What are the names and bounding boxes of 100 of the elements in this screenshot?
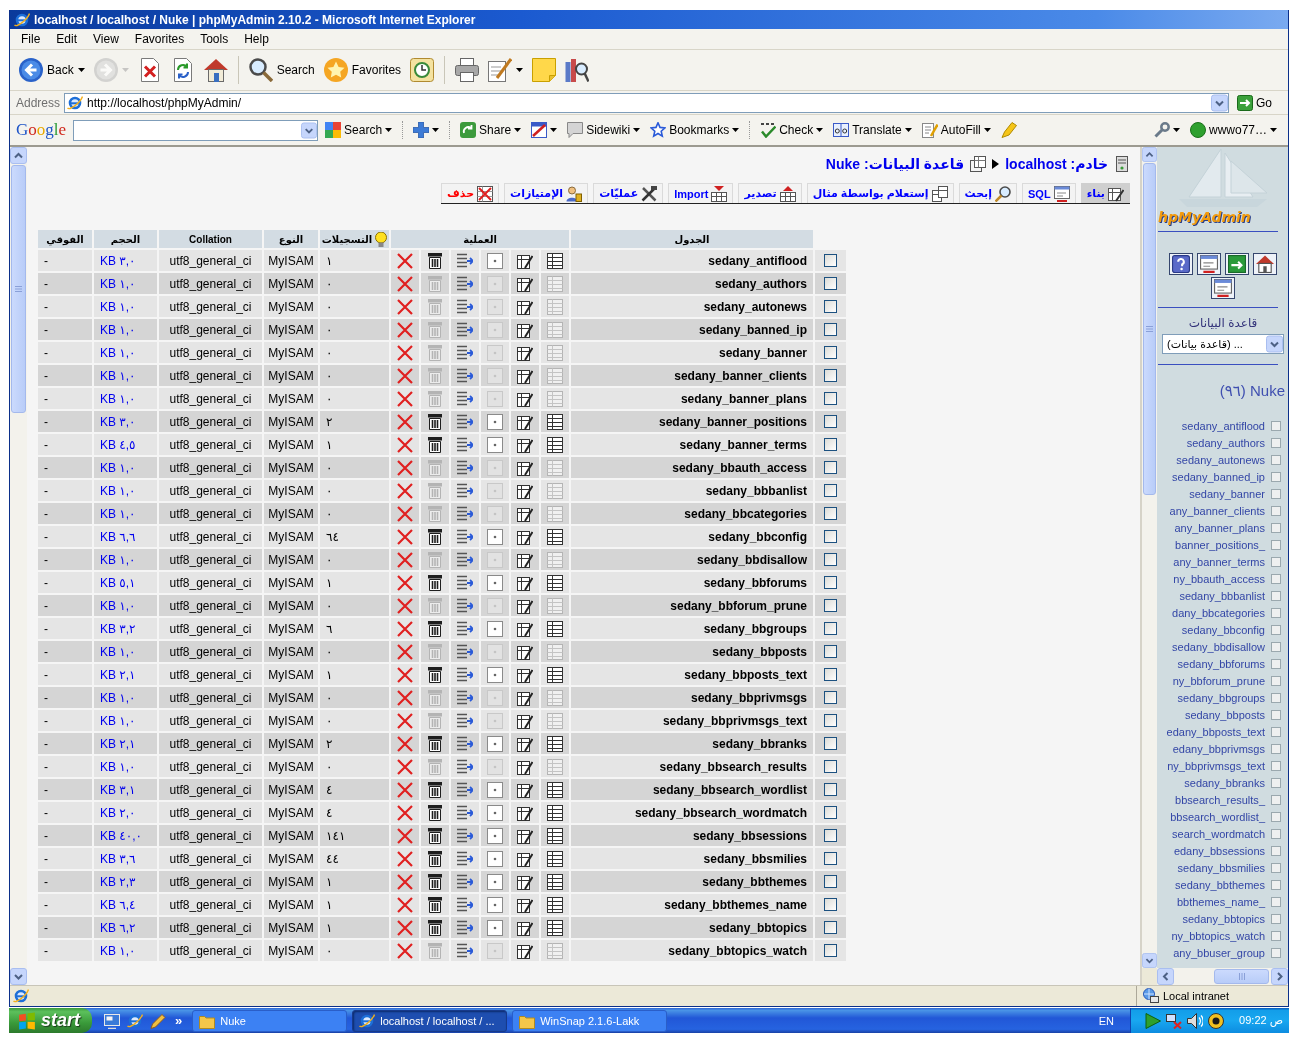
cross-icon[interactable] [397,436,413,453]
dot-square-icon[interactable] [487,781,503,798]
search-button[interactable]: Search [322,119,396,141]
table-pencil-icon[interactable] [517,275,533,292]
menu-item[interactable]: View [85,32,127,46]
table-link[interactable]: any_banner_terms [1173,555,1265,568]
size-link[interactable]: KB ١,٠ [100,644,136,659]
checkbox[interactable] [824,760,837,773]
trash-icon[interactable] [427,919,443,936]
table-grid-icon[interactable] [547,781,563,798]
size-link[interactable]: KB ٣,٢ [100,621,136,636]
size-link[interactable]: KB ٣,٠ [100,253,136,268]
size-link[interactable]: KB ١,٠ [100,322,136,337]
table-link[interactable]: sedany_bbsmilies [1177,861,1265,874]
help-button[interactable] [1169,253,1193,275]
chevron-down-icon[interactable] [1211,93,1228,112]
table-pencil-icon[interactable] [517,712,533,729]
table-link[interactable]: sedany_autonews [1176,453,1265,466]
insert-rows-icon[interactable] [457,689,473,706]
scroll-thumb[interactable] [1214,969,1269,984]
size-link[interactable]: KB ٢,٣ [100,874,136,889]
tab[interactable]: إستعلام بواسطة مثال [806,183,954,203]
account-button[interactable]: wwwo77… [1186,119,1280,141]
checkbox[interactable] [824,944,837,957]
tab[interactable]: Import [668,183,734,203]
table-pencil-icon[interactable] [517,597,533,614]
cross-icon[interactable] [397,712,413,729]
desktop-button[interactable] [104,1012,120,1029]
table-pencil-icon[interactable] [517,896,533,913]
table-link[interactable]: sedany_bbbanlist [1179,589,1265,602]
server-link[interactable]: خادم: localhost [1005,155,1108,172]
insert-rows-icon[interactable] [457,758,473,775]
checkbox[interactable] [824,829,837,842]
insert-rows-icon[interactable] [457,252,473,269]
chevron-up-icon[interactable] [1142,147,1157,162]
cross-icon[interactable] [397,344,413,361]
table-pencil-icon[interactable] [517,505,533,522]
size-link[interactable]: KB ٤٠,٠ [100,828,142,843]
table-link[interactable]: edany_bbprivmsgs [1172,742,1265,755]
table-link[interactable]: ny_bbauth_access [1173,572,1265,585]
size-link[interactable]: KB ١,٠ [100,391,136,406]
checkbox[interactable] [824,300,837,313]
tab[interactable]: الإمتيازات [504,183,589,203]
cross-icon[interactable] [397,942,413,959]
insert-rows-icon[interactable] [457,413,473,430]
checkbox[interactable] [824,921,837,934]
table-link[interactable]: sedany_bbconfig [1181,623,1265,636]
checkbox[interactable] [824,714,837,727]
insert-rows-icon[interactable] [457,666,473,683]
cross-icon[interactable] [397,459,413,476]
cross-icon[interactable] [397,735,413,752]
search-button[interactable]: Search [245,54,318,86]
insert-rows-icon[interactable] [457,275,473,292]
cross-icon[interactable] [397,896,413,913]
size-link[interactable]: KB ٥,١ [100,575,136,590]
insert-rows-icon[interactable] [457,344,473,361]
table-pencil-icon[interactable] [517,413,533,430]
play-arrow-icon[interactable] [1145,1012,1161,1029]
table-pencil-icon[interactable] [517,528,533,545]
insert-rows-icon[interactable] [457,942,473,959]
table-link[interactable]: ny_bbtopics_watch [1171,929,1265,942]
cross-icon[interactable] [397,781,413,798]
table-link[interactable]: sedany_antiflood [1181,419,1265,432]
size-link[interactable]: KB ٣,١ [100,782,136,797]
table-pencil-icon[interactable] [517,873,533,890]
insert-rows-icon[interactable] [457,459,473,476]
dot-square-icon[interactable] [487,413,503,430]
ring-icon[interactable] [1208,1012,1224,1029]
tab[interactable]: SQL [1022,183,1076,203]
cross-icon[interactable] [397,528,413,545]
checkbox[interactable] [824,530,837,543]
checkbox[interactable] [824,346,837,359]
trash-icon[interactable] [427,574,443,591]
tab[interactable]: إبحث [958,183,1017,203]
start-button[interactable]: start [9,1008,92,1033]
insert-rows-icon[interactable] [457,620,473,637]
cross-icon[interactable] [397,574,413,591]
checkbox[interactable] [824,898,837,911]
size-link[interactable]: KB ١,٠ [100,759,136,774]
table-link[interactable]: any_banner_clients [1169,504,1265,517]
size-link[interactable]: KB ٦,٤ [100,897,136,912]
insert-rows-icon[interactable] [457,321,473,338]
cross-icon[interactable] [397,321,413,338]
cross-icon[interactable] [397,551,413,568]
table-grid-icon[interactable] [547,896,563,913]
language-button[interactable]: EN [1094,1014,1118,1027]
cross-icon[interactable] [397,413,413,430]
checkbox[interactable] [824,461,837,474]
table-pencil-icon[interactable] [517,758,533,775]
insert-rows-icon[interactable] [457,551,473,568]
dot-square-icon[interactable] [487,896,503,913]
table-grid-icon[interactable] [547,436,563,453]
checkbox[interactable] [824,668,837,681]
database-select[interactable]: (قاعدة بيانات) ... [1162,334,1284,354]
chevron-down-icon[interactable] [1142,953,1157,968]
network-error-icon[interactable] [1166,1012,1182,1029]
taskbar-button[interactable]: Nuke [192,1009,348,1032]
size-link[interactable]: KB ١,٠ [100,713,136,728]
speaker-icon[interactable] [1187,1012,1203,1029]
table-pencil-icon[interactable] [517,252,533,269]
